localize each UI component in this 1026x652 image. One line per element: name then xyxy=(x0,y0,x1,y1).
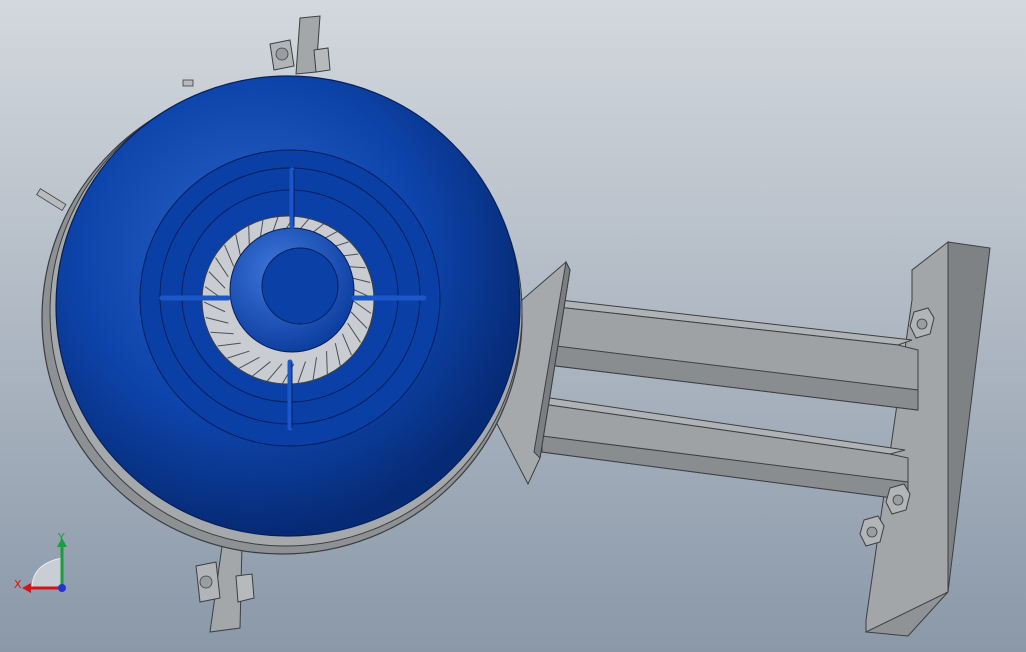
side-pin xyxy=(182,79,194,87)
model-viewport[interactable]: Y X xyxy=(0,0,1026,652)
x-axis-label: X xyxy=(14,578,22,591)
wall-bolt xyxy=(909,307,935,339)
model-scene[interactable] xyxy=(0,0,1026,652)
z-axis-dot xyxy=(58,584,66,592)
axis-triad: Y X xyxy=(14,531,67,593)
wall-bolt xyxy=(885,483,911,515)
y-axis-label: Y xyxy=(57,531,65,544)
triad-plane xyxy=(31,557,63,589)
hub-inner xyxy=(261,247,339,325)
x-axis-arrow xyxy=(22,583,31,593)
wall-bolt xyxy=(859,515,885,547)
